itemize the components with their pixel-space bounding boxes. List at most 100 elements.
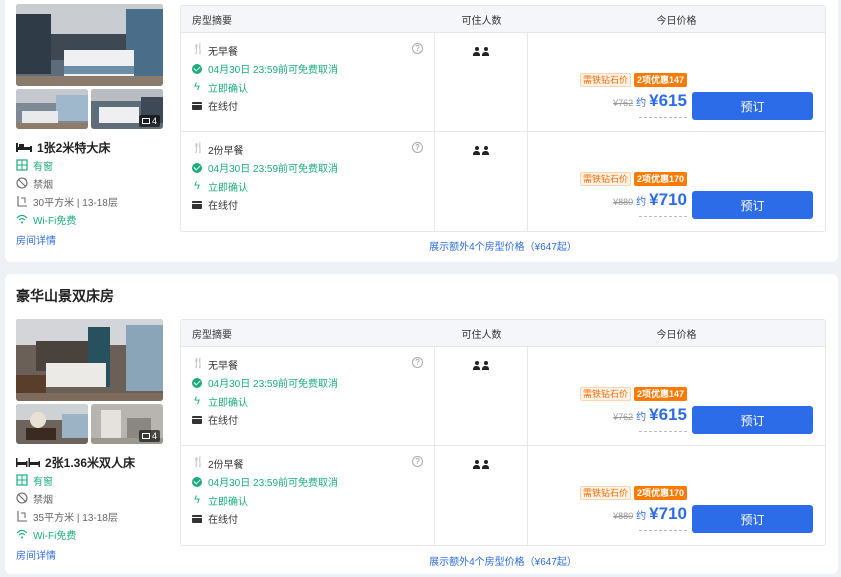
window-icon xyxy=(16,159,28,171)
promo-tags[interactable]: 需铁钻石价 2项优惠170 xyxy=(579,486,687,500)
offer-row: 🍴 2份早餐 04月30日 23:59前可免费取消 ϟ 立即确认 在线付 ? 需铁钻… xyxy=(181,446,825,545)
room-photo-main[interactable] xyxy=(16,319,163,401)
price-line: ¥880 约 ¥710 xyxy=(613,504,687,524)
approx-label: 约 xyxy=(636,412,647,423)
person-icon xyxy=(482,47,489,56)
bed-icon xyxy=(16,143,32,152)
info-icon[interactable]: ? xyxy=(412,456,423,467)
wifi-icon xyxy=(16,214,28,224)
offer-price: 需铁钻石价 2项优惠170 ¥880 约 ¥710 预订 xyxy=(528,446,825,545)
original-price: ¥762 xyxy=(613,412,634,422)
offer-row: 🍴 无早餐 04月30日 23:59前可免费取消 ϟ 立即确认 在线付 ? 需铁钻石… xyxy=(181,347,825,446)
room-info: 2张1.36米双人床 有窗 禁烟 35平方米 | 13-18层 Wi-Fi免费 … xyxy=(16,453,176,562)
promo-tag-discount: 2项优惠147 xyxy=(633,387,687,401)
area-icon xyxy=(17,511,27,522)
offer-summary: 🍴 2份早餐 04月30日 23:59前可免费取消 ϟ 立即确认 在线付 ? xyxy=(181,132,435,231)
price-underline xyxy=(639,117,687,118)
promo-tag-discount: 2项优惠170 xyxy=(633,172,687,186)
room-details-link[interactable]: 房间详情 xyxy=(16,547,56,562)
promo-tag-diamond: 需铁钻石价 xyxy=(579,172,631,186)
header-guests: 可住人数 xyxy=(461,15,502,27)
book-button[interactable]: 预订 xyxy=(692,92,813,120)
offers-table-header: 房型摘要 可住人数 今日价格 xyxy=(181,320,825,347)
info-icon[interactable]: ? xyxy=(412,357,423,368)
offer-price: 需铁钻石价 2项优惠170 ¥880 约 ¥710 预订 xyxy=(528,132,825,231)
smoking-info: 禁烟 xyxy=(16,489,176,507)
instant-confirm: ϟ 立即确认 xyxy=(192,177,434,196)
promo-tag-discount: 2项优惠170 xyxy=(633,486,687,500)
show-more-prices-link[interactable]: 展示额外4个房型价格（¥647起） xyxy=(180,238,826,253)
room-card: 豪华山景双床房 4 2张1.36米双人床 有窗 禁烟 35平方米 | 13-18… xyxy=(5,274,838,574)
area-icon xyxy=(17,196,27,207)
header-guests: 可住人数 xyxy=(461,329,502,341)
room-photo-thumb[interactable] xyxy=(16,89,88,129)
price-line: ¥762 约 ¥615 xyxy=(613,405,687,425)
no-smoking-icon xyxy=(16,492,28,504)
lightning-icon: ϟ xyxy=(194,494,200,507)
offer-price: 需铁钻石价 2项优惠147 ¥762 约 ¥615 预订 xyxy=(528,33,825,131)
offer-row: 🍴 2份早餐 04月30日 23:59前可免费取消 ϟ 立即确认 在线付 ? 需铁钻… xyxy=(181,132,825,231)
price-underline xyxy=(639,216,687,217)
guest-capacity xyxy=(435,347,528,445)
bed-info: 1张2米特大床 xyxy=(16,138,176,156)
offer-summary: 🍴 无早餐 04月30日 23:59前可免费取消 ϟ 立即确认 在线付 ? xyxy=(181,33,435,131)
current-price[interactable]: ¥615 xyxy=(649,405,687,425)
promo-tag-diamond: 需铁钻石价 xyxy=(579,387,631,401)
person-icon xyxy=(473,47,480,56)
lightning-icon: ϟ xyxy=(194,180,200,193)
show-more-prices-link[interactable]: 展示额外4个房型价格（¥647起） xyxy=(180,553,826,568)
meal-info: 🍴 2份早餐 xyxy=(192,143,244,157)
check-icon xyxy=(192,162,202,173)
price-line: ¥880 约 ¥710 xyxy=(613,190,687,210)
photo-count-badge: 4 xyxy=(138,115,160,127)
price-line: ¥762 约 ¥615 xyxy=(613,91,687,111)
bed-info: 2张1.36米双人床 xyxy=(16,453,176,471)
cutlery-icon: 🍴 xyxy=(192,358,205,370)
meal-info: 🍴 2份早餐 xyxy=(192,457,244,471)
person-icon xyxy=(482,146,489,155)
window-icon xyxy=(16,474,28,486)
instant-confirm: ϟ 立即确认 xyxy=(192,78,434,97)
current-price[interactable]: ¥710 xyxy=(649,504,687,524)
promo-tag-discount: 2项优惠147 xyxy=(633,73,687,87)
current-price[interactable]: ¥615 xyxy=(649,91,687,111)
meal-info: 🍴 无早餐 xyxy=(192,358,238,372)
promo-tags[interactable]: 需铁钻石价 2项优惠147 xyxy=(579,73,687,87)
cancel-policy: 04月30日 23:59前可免费取消 xyxy=(192,159,434,178)
book-button[interactable]: 预订 xyxy=(692,406,813,434)
area-floor-info: 35平方米 | 13-18层 xyxy=(16,507,176,525)
payment-method: 在线付 xyxy=(192,411,434,430)
info-icon[interactable]: ? xyxy=(412,142,423,153)
instant-confirm: ϟ 立即确认 xyxy=(192,491,434,510)
room-photo-main[interactable] xyxy=(16,4,163,86)
room-photo-thumb[interactable]: 4 xyxy=(91,89,163,129)
promo-tags[interactable]: 需铁钻石价 2项优惠170 xyxy=(579,172,687,186)
offers-table: 房型摘要 可住人数 今日价格 🍴 无早餐 04月30日 23:59前可免费取消 ϟ… xyxy=(180,319,826,546)
card-icon xyxy=(192,415,202,424)
guest-capacity xyxy=(435,33,528,131)
room-photo-thumb[interactable] xyxy=(16,404,88,444)
approx-label: 约 xyxy=(636,98,647,109)
meal-info: 🍴 无早餐 xyxy=(192,44,238,58)
info-icon[interactable]: ? xyxy=(412,43,423,54)
wifi-icon xyxy=(16,529,28,539)
offer-row: 🍴 无早餐 04月30日 23:59前可免费取消 ϟ 立即确认 在线付 ? 需铁钻石… xyxy=(181,33,825,132)
room-photo-thumb[interactable]: 4 xyxy=(91,404,163,444)
payment-method: 在线付 xyxy=(192,196,434,215)
cutlery-icon: 🍴 xyxy=(192,457,205,469)
book-button[interactable]: 预订 xyxy=(692,505,813,533)
current-price[interactable]: ¥710 xyxy=(649,190,687,210)
offers-table: 房型摘要 可住人数 今日价格 🍴 无早餐 04月30日 23:59前可免费取消 ϟ… xyxy=(180,5,826,232)
promo-tags[interactable]: 需铁钻石价 2项优惠147 xyxy=(579,387,687,401)
book-button[interactable]: 预订 xyxy=(692,191,813,219)
room-photos[interactable]: 4 xyxy=(16,319,163,444)
room-photos[interactable]: 4 xyxy=(16,4,163,129)
price-underline xyxy=(639,530,687,531)
header-price: 今日价格 xyxy=(656,329,697,341)
guest-capacity xyxy=(435,446,528,545)
room-title: 豪华山景双床房 xyxy=(16,288,114,304)
check-icon xyxy=(192,377,202,388)
payment-method: 在线付 xyxy=(192,510,434,529)
room-details-link[interactable]: 房间详情 xyxy=(16,232,56,247)
cancel-policy: 04月30日 23:59前可免费取消 xyxy=(192,60,434,79)
